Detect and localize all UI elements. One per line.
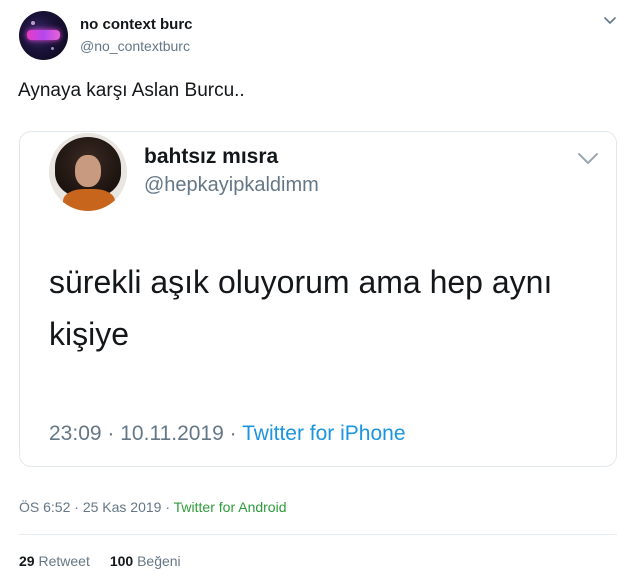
- quoted-tweet-text: sürekli aşık oluyorum ama hep aynı kişiy…: [49, 264, 553, 352]
- chevron-down-icon[interactable]: [603, 16, 617, 26]
- tweet-meta: ÖS 6:52 · 25 Kas 2019 · Twitter for Andr…: [19, 499, 286, 515]
- quoted-user-handle[interactable]: @hepkayipkaldimm: [144, 174, 319, 197]
- retweet-count: 29: [19, 553, 35, 569]
- like-label: Beğeni: [137, 553, 181, 569]
- display-name[interactable]: no context burc: [80, 16, 193, 33]
- tweet-time: ÖS 6:52: [19, 499, 71, 515]
- avatar-neon-art: [27, 30, 60, 40]
- quoted-avatar[interactable]: [49, 133, 127, 211]
- quoted-date[interactable]: 10.11.2019: [120, 422, 224, 445]
- tweet-stats: 29 Retweet 100 Beğeni: [19, 553, 181, 569]
- separator: ·: [107, 422, 115, 445]
- chevron-down-icon[interactable]: [577, 152, 599, 166]
- tweet-text: Aynaya karşı Aslan Burcu..: [18, 80, 245, 101]
- source-link[interactable]: Twitter for Android: [174, 499, 287, 515]
- avatar-body: [63, 189, 115, 211]
- quoted-time: 23:09: [49, 422, 102, 445]
- quoted-source-link[interactable]: Twitter for iPhone: [242, 422, 405, 445]
- separator: ·: [229, 422, 237, 445]
- separator: ·: [74, 499, 79, 515]
- retweet-label: Retweet: [38, 553, 90, 569]
- avatar-sparkle: [31, 21, 35, 25]
- like-count: 100: [109, 553, 134, 569]
- avatar[interactable]: [19, 11, 68, 60]
- divider: [19, 534, 617, 535]
- like-stat[interactable]: 100 Beğeni: [110, 553, 181, 569]
- avatar-sparkle: [51, 47, 54, 50]
- retweet-stat[interactable]: 29 Retweet: [19, 553, 90, 569]
- user-handle[interactable]: @no_contextburc: [80, 38, 190, 54]
- separator: ·: [165, 499, 171, 515]
- tweet-date[interactable]: 25 Kas 2019: [83, 499, 162, 515]
- quoted-display-name[interactable]: bahtsız mısra: [144, 145, 278, 169]
- avatar-face: [75, 155, 101, 187]
- quoted-tweet-meta: 23:09 · 10.11.2019 · Twitter for iPhone: [49, 422, 406, 446]
